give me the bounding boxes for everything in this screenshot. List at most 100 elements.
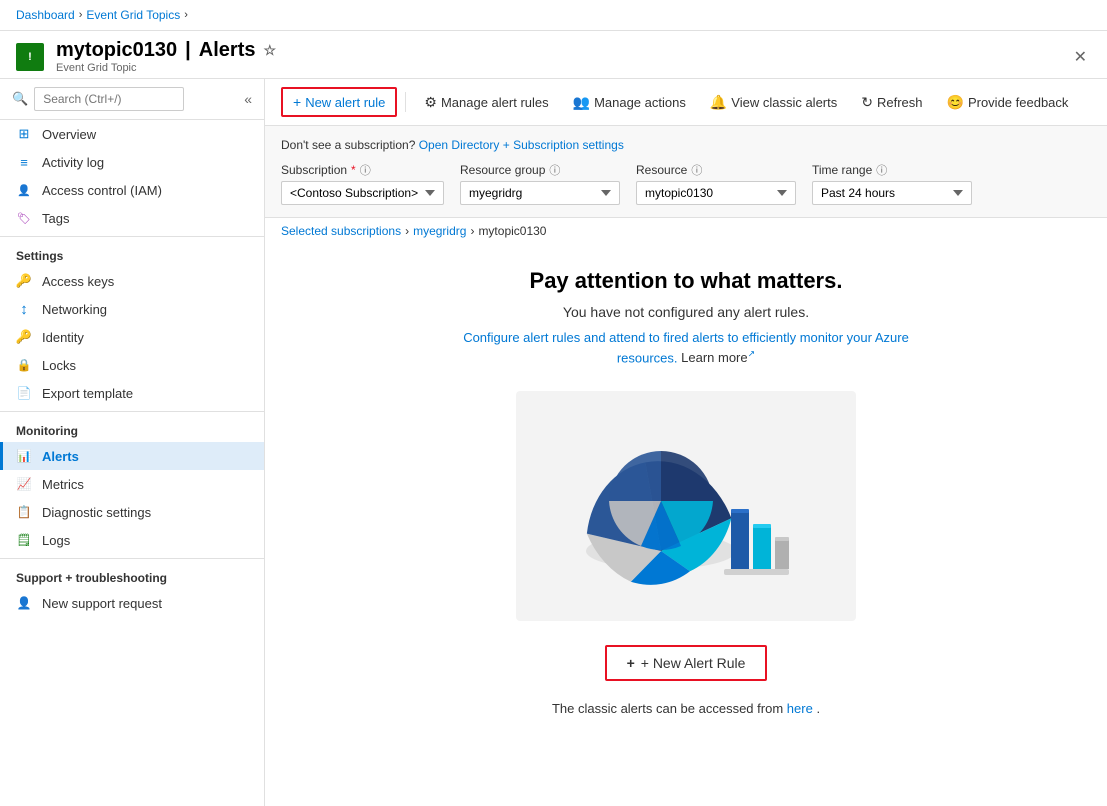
monitoring-section-header: Monitoring	[0, 411, 264, 442]
resource-subtitle: Event Grid Topic	[56, 62, 276, 74]
breadcrumb-dashboard[interactable]: Dashboard	[16, 8, 75, 22]
sidebar-label-networking: Networking	[42, 302, 107, 317]
sidebar-label-activity-log: Activity log	[42, 155, 104, 170]
illustration-container	[516, 391, 856, 621]
content-subtitle: You have not configured any alert rules.	[563, 304, 809, 320]
breadcrumb: Dashboard › Event Grid Topics ›	[0, 0, 1107, 31]
sidebar-label-locks: Locks	[42, 358, 76, 373]
open-directory-link[interactable]: Open Directory + Subscription settings	[419, 138, 624, 152]
new-alert-rule-label: New alert rule	[305, 95, 385, 110]
subscription-info-icon[interactable]: ⓘ	[360, 162, 371, 178]
sidebar-label-diagnostic-settings: Diagnostic settings	[42, 505, 151, 520]
new-alert-rule-button[interactable]: + New alert rule	[281, 87, 397, 117]
provide-feedback-button[interactable]: 😊 Provide feedback	[937, 89, 1079, 116]
learn-more-link[interactable]: Learn more↗	[681, 350, 755, 365]
time-range-label: Time range ⓘ	[812, 162, 972, 178]
toolbar: + New alert rule ⚙ Manage alert rules 👥 …	[265, 79, 1107, 126]
footer-text: The classic alerts can be accessed from	[552, 701, 783, 716]
page-name: Alerts	[199, 39, 256, 62]
required-indicator: *	[351, 163, 356, 177]
resource-group-filter-group: Resource group ⓘ myegridrg	[460, 162, 620, 205]
breadcrumb-sep-2: ›	[184, 9, 188, 21]
subscription-filter-group: Subscription * ⓘ <Contoso Subscription>	[281, 162, 444, 205]
sidebar-item-access-control[interactable]: 👤 Access control (IAM)	[0, 176, 264, 204]
sidebar-item-alerts[interactable]: 📊 Alerts	[0, 442, 264, 470]
refresh-label: Refresh	[877, 95, 923, 110]
diagnostic-settings-icon: 📋	[16, 504, 32, 520]
subscription-select[interactable]: <Contoso Subscription>	[281, 181, 444, 205]
resource-name: mytopic0130	[56, 39, 177, 62]
sidebar-label-access-keys: Access keys	[42, 274, 114, 289]
time-range-info-icon[interactable]: ⓘ	[876, 162, 887, 178]
content-area: + New alert rule ⚙ Manage alert rules 👥 …	[265, 79, 1107, 806]
sidebar-item-new-support-request[interactable]: 👤 New support request	[0, 589, 264, 617]
sidebar-label-logs: Logs	[42, 533, 70, 548]
logs-icon: 🗒	[16, 532, 32, 548]
alerts-icon: 📊	[16, 448, 32, 464]
filter-row: Subscription * ⓘ <Contoso Subscription> …	[281, 162, 1091, 205]
identity-icon: 🔑	[16, 329, 32, 345]
time-range-filter-group: Time range ⓘ Past 24 hours Past 48 hours…	[812, 162, 972, 205]
resource-group-label: Resource group ⓘ	[460, 162, 620, 178]
trail-sep-1: ›	[405, 224, 409, 238]
pin-icon[interactable]: ☆	[263, 42, 276, 59]
feedback-icon: 😊	[947, 94, 964, 111]
activity-log-icon: ≡	[16, 154, 32, 170]
footer-end: .	[816, 701, 820, 716]
trail-sep-2: ›	[470, 224, 474, 238]
overview-icon: ⊞	[16, 126, 32, 142]
resource-info-icon[interactable]: ⓘ	[691, 162, 702, 178]
new-alert-btn-label: + New Alert Rule	[641, 655, 746, 671]
selected-subscriptions-link[interactable]: Selected subscriptions	[281, 224, 401, 238]
manage-alert-rules-button[interactable]: ⚙ Manage alert rules	[414, 89, 558, 116]
sidebar-item-metrics[interactable]: 📈 Metrics	[0, 470, 264, 498]
refresh-button[interactable]: ↻ Refresh	[851, 89, 932, 116]
resource-group-select[interactable]: myegridrg	[460, 181, 620, 205]
gear-icon: ⚙	[424, 94, 437, 111]
bell-icon: 🔔	[710, 94, 727, 111]
myegridrg-link[interactable]: myegridrg	[413, 224, 466, 238]
breadcrumb-event-grid-topics[interactable]: Event Grid Topics	[86, 8, 180, 22]
access-control-icon: 👤	[16, 182, 32, 198]
trail-current: mytopic0130	[478, 224, 546, 238]
view-classic-alerts-button[interactable]: 🔔 View classic alerts	[700, 89, 847, 116]
resource-filter-group: Resource ⓘ mytopic0130	[636, 162, 796, 205]
sidebar-item-tags[interactable]: 🏷 Tags	[0, 204, 264, 232]
sidebar-item-networking[interactable]: ↕ Networking	[0, 295, 264, 323]
manage-alert-rules-label: Manage alert rules	[441, 95, 549, 110]
sidebar-label-identity: Identity	[42, 330, 84, 345]
page-content: Pay attention to what matters. You have …	[265, 238, 1107, 806]
search-box: 🔍 «	[0, 79, 264, 120]
new-alert-rule-large-button[interactable]: + + New Alert Rule	[605, 645, 768, 681]
resource-icon: !	[16, 43, 44, 71]
sidebar-item-diagnostic-settings[interactable]: 📋 Diagnostic settings	[0, 498, 264, 526]
subscription-label: Subscription * ⓘ	[281, 162, 444, 178]
sidebar-label-overview: Overview	[42, 127, 96, 142]
sidebar-item-locks[interactable]: 🔒 Locks	[0, 351, 264, 379]
filter-notice: Don't see a subscription? Open Directory…	[281, 138, 1091, 152]
close-button[interactable]: ✕	[1070, 43, 1091, 71]
settings-section-header: Settings	[0, 236, 264, 267]
collapse-sidebar-button[interactable]: «	[244, 91, 252, 107]
sidebar-item-overview[interactable]: ⊞ Overview	[0, 120, 264, 148]
resource-select[interactable]: mytopic0130	[636, 181, 796, 205]
view-classic-alerts-label: View classic alerts	[731, 95, 837, 110]
sidebar-item-identity[interactable]: 🔑 Identity	[0, 323, 264, 351]
main-layout: 🔍 « ⊞ Overview ≡ Activity log 👤 Access c…	[0, 79, 1107, 806]
search-input[interactable]	[34, 87, 184, 111]
sidebar-label-support: New support request	[42, 596, 162, 611]
here-link[interactable]: here	[787, 701, 813, 716]
sidebar-item-access-keys[interactable]: 🔑 Access keys	[0, 267, 264, 295]
support-section-header: Support + troubleshooting	[0, 558, 264, 589]
tags-icon: 🏷	[16, 210, 32, 226]
new-alert-plus-icon: +	[627, 655, 635, 671]
sidebar-label-export-template: Export template	[42, 386, 133, 401]
sidebar-item-logs[interactable]: 🗒 Logs	[0, 526, 264, 554]
resource-header: ! mytopic0130 | Alerts ☆ Event Grid Topi…	[0, 31, 1107, 79]
time-range-select[interactable]: Past 24 hours Past 48 hours Past week Pa…	[812, 181, 972, 205]
sidebar-label-tags: Tags	[42, 211, 69, 226]
manage-actions-button[interactable]: 👥 Manage actions	[563, 89, 696, 116]
sidebar-item-export-template[interactable]: 📄 Export template	[0, 379, 264, 407]
sidebar-item-activity-log[interactable]: ≡ Activity log	[0, 148, 264, 176]
resource-group-info-icon[interactable]: ⓘ	[549, 162, 560, 178]
